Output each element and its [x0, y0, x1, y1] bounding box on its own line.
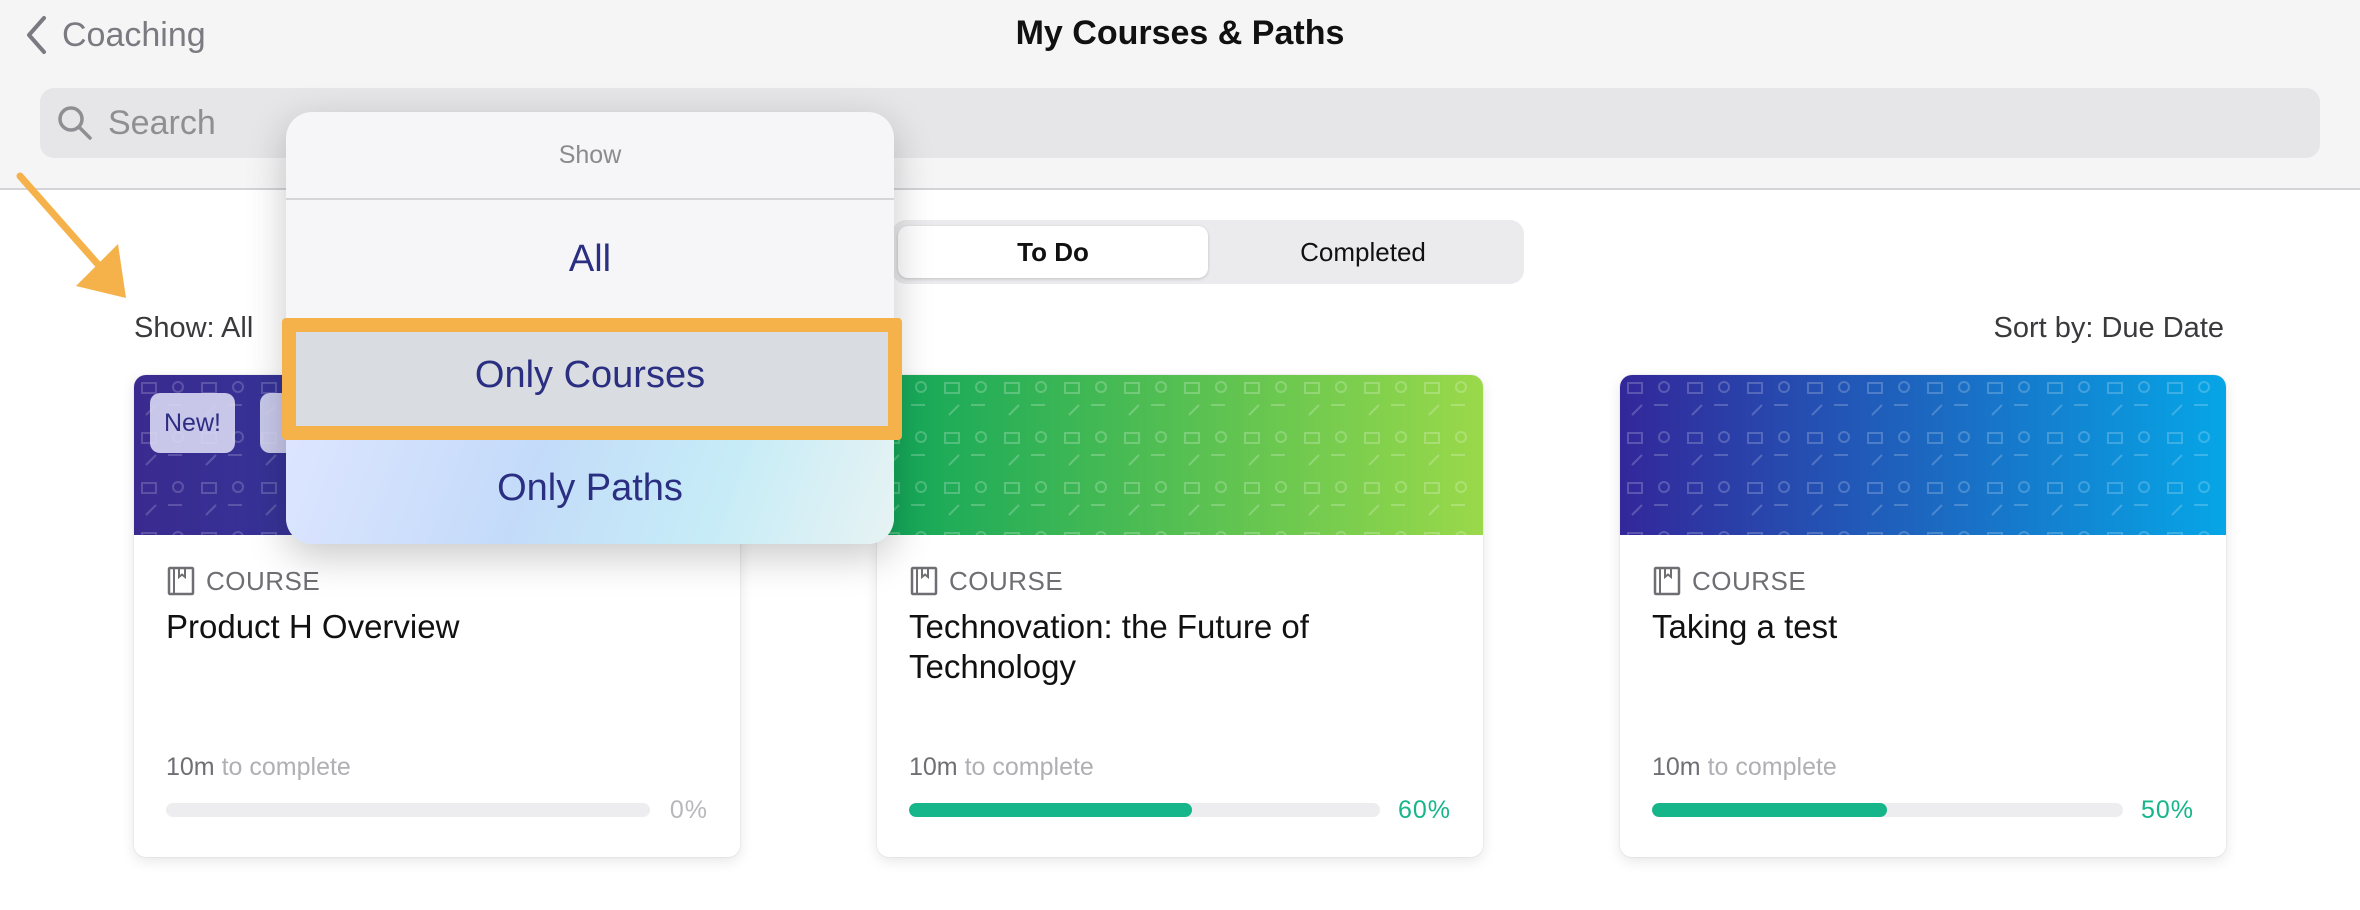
card-banner	[1620, 375, 2226, 535]
banner-pattern	[877, 375, 1483, 535]
progress-track	[1652, 803, 2123, 817]
progress-percent: 60%	[1397, 795, 1451, 824]
duration-suffix: to complete	[221, 753, 351, 781]
tab-completed[interactable]: Completed	[1208, 226, 1518, 278]
menu-item-only-paths[interactable]: Only Paths	[286, 432, 894, 544]
progress-fill	[909, 803, 1192, 817]
duration: 10m to complete	[1652, 753, 1837, 782]
book-icon	[910, 566, 938, 596]
book-icon	[1653, 566, 1681, 596]
course-title: Product H Overview	[166, 608, 460, 645]
duration-value: 10m	[909, 753, 958, 781]
page-title: My Courses & Paths	[1015, 14, 1345, 52]
search-icon	[58, 106, 92, 140]
status-segmented-control: To Do Completed	[892, 220, 1524, 284]
course-title: Technovation: the Future of Technology	[909, 608, 1309, 685]
course-type-label: COURSE	[949, 565, 1064, 596]
course-type: COURSE	[1652, 565, 2194, 597]
progress-row: 0%	[166, 795, 708, 825]
highlight-annotation	[282, 318, 902, 440]
course-type-label: COURSE	[206, 565, 321, 596]
course-type: COURSE	[166, 565, 708, 597]
progress-percent: 50%	[2140, 795, 2194, 824]
course-card[interactable]: COURSE Technovation: the Future of Techn…	[877, 375, 1483, 857]
new-badge: New!	[150, 393, 235, 453]
course-type-label: COURSE	[1692, 565, 1807, 596]
duration-suffix: to complete	[1707, 753, 1837, 781]
show-filter-button[interactable]: Show: All	[134, 312, 253, 345]
duration-value: 10m	[1652, 753, 1701, 781]
progress-percent: 0%	[669, 795, 708, 824]
duration: 10m to complete	[166, 753, 351, 782]
course-card[interactable]: COURSE Taking a test 10m to complete 50%	[1620, 375, 2226, 857]
tab-to-do[interactable]: To Do	[898, 226, 1208, 278]
book-icon	[167, 566, 195, 596]
sort-button[interactable]: Sort by: Due Date	[1994, 312, 2225, 345]
banner-pattern	[1620, 375, 2226, 535]
progress-track	[909, 803, 1380, 817]
course-title: Taking a test	[1652, 608, 1838, 645]
progress-row: 60%	[909, 795, 1451, 825]
progress-track	[166, 803, 650, 817]
duration-value: 10m	[166, 753, 215, 781]
duration-suffix: to complete	[964, 753, 1094, 781]
progress-row: 50%	[1652, 795, 2194, 825]
progress-fill	[1652, 803, 1888, 817]
menu-item-all[interactable]: All	[286, 202, 894, 316]
annotation-arrow-icon	[16, 172, 126, 298]
popover-header: Show	[286, 112, 894, 200]
duration: 10m to complete	[909, 753, 1094, 782]
course-type: COURSE	[909, 565, 1451, 597]
card-banner	[877, 375, 1483, 535]
